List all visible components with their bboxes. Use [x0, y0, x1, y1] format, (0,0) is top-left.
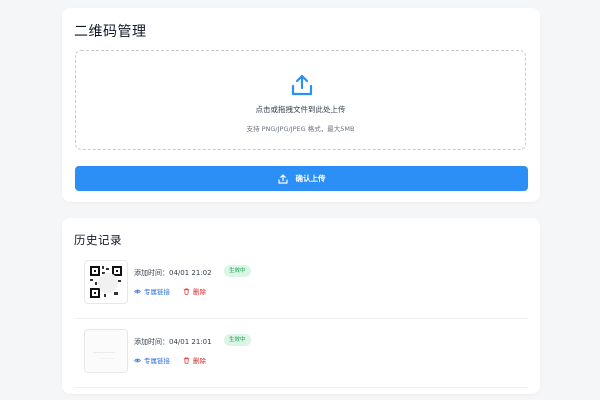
- upload-dropzone[interactable]: 点击或拖拽文件到此处上传 支持 PNG/JPG/JPEG 格式，最大5MB: [75, 50, 526, 150]
- qr-code-image: [90, 266, 122, 298]
- confirm-upload-button[interactable]: 确认上传: [75, 166, 528, 191]
- dropzone-hint: 支持 PNG/JPG/JPEG 格式，最大5MB: [246, 125, 355, 133]
- delete-label: 删除: [193, 288, 206, 296]
- confirm-upload-label: 确认上传: [295, 174, 326, 183]
- added-time: 添加时间：04/01 21:01: [134, 338, 212, 346]
- exclusive-link-label: 专属链接: [144, 288, 170, 296]
- exclusive-link-label: 专属链接: [144, 357, 170, 365]
- eye-icon: [134, 358, 141, 362]
- added-time: 添加时间：04/01 21:02: [134, 269, 212, 277]
- qr-code-image: [85, 330, 127, 372]
- exclusive-link-button[interactable]: 专属链接: [134, 286, 170, 296]
- upload-icon: [291, 74, 313, 96]
- history-title: 历史记录: [74, 233, 122, 247]
- status-badge: 生效中: [224, 265, 251, 277]
- qr-thumbnail[interactable]: [84, 329, 128, 373]
- upload-card: 二维码管理 点击或拖拽文件到此处上传 支持 PNG/JPG/JPEG 格式，最大…: [62, 8, 540, 202]
- dropzone-title: 点击或拖拽文件到此处上传: [255, 105, 346, 114]
- delete-button[interactable]: 删除: [183, 355, 206, 365]
- upload-icon: [277, 173, 288, 184]
- history-row: 添加时间：04/01 21:01 生效中 专属链接 删除: [74, 319, 528, 388]
- exclusive-link-button[interactable]: 专属链接: [134, 355, 170, 365]
- qr-thumbnail[interactable]: [84, 260, 128, 304]
- trash-icon: [183, 287, 190, 295]
- history-row: 添加时间：04/01 21:02 生效中 专属链接 删除: [74, 250, 528, 319]
- history-card: 历史记录 添加时间：04/01 21:02 生效中 专属链接 删除 添加时间：0…: [62, 218, 540, 394]
- eye-icon: [134, 289, 141, 293]
- status-badge: 生效中: [224, 334, 251, 346]
- page-title: 二维码管理: [74, 24, 147, 40]
- trash-icon: [183, 356, 190, 364]
- delete-label: 删除: [193, 357, 206, 365]
- delete-button[interactable]: 删除: [183, 286, 206, 296]
